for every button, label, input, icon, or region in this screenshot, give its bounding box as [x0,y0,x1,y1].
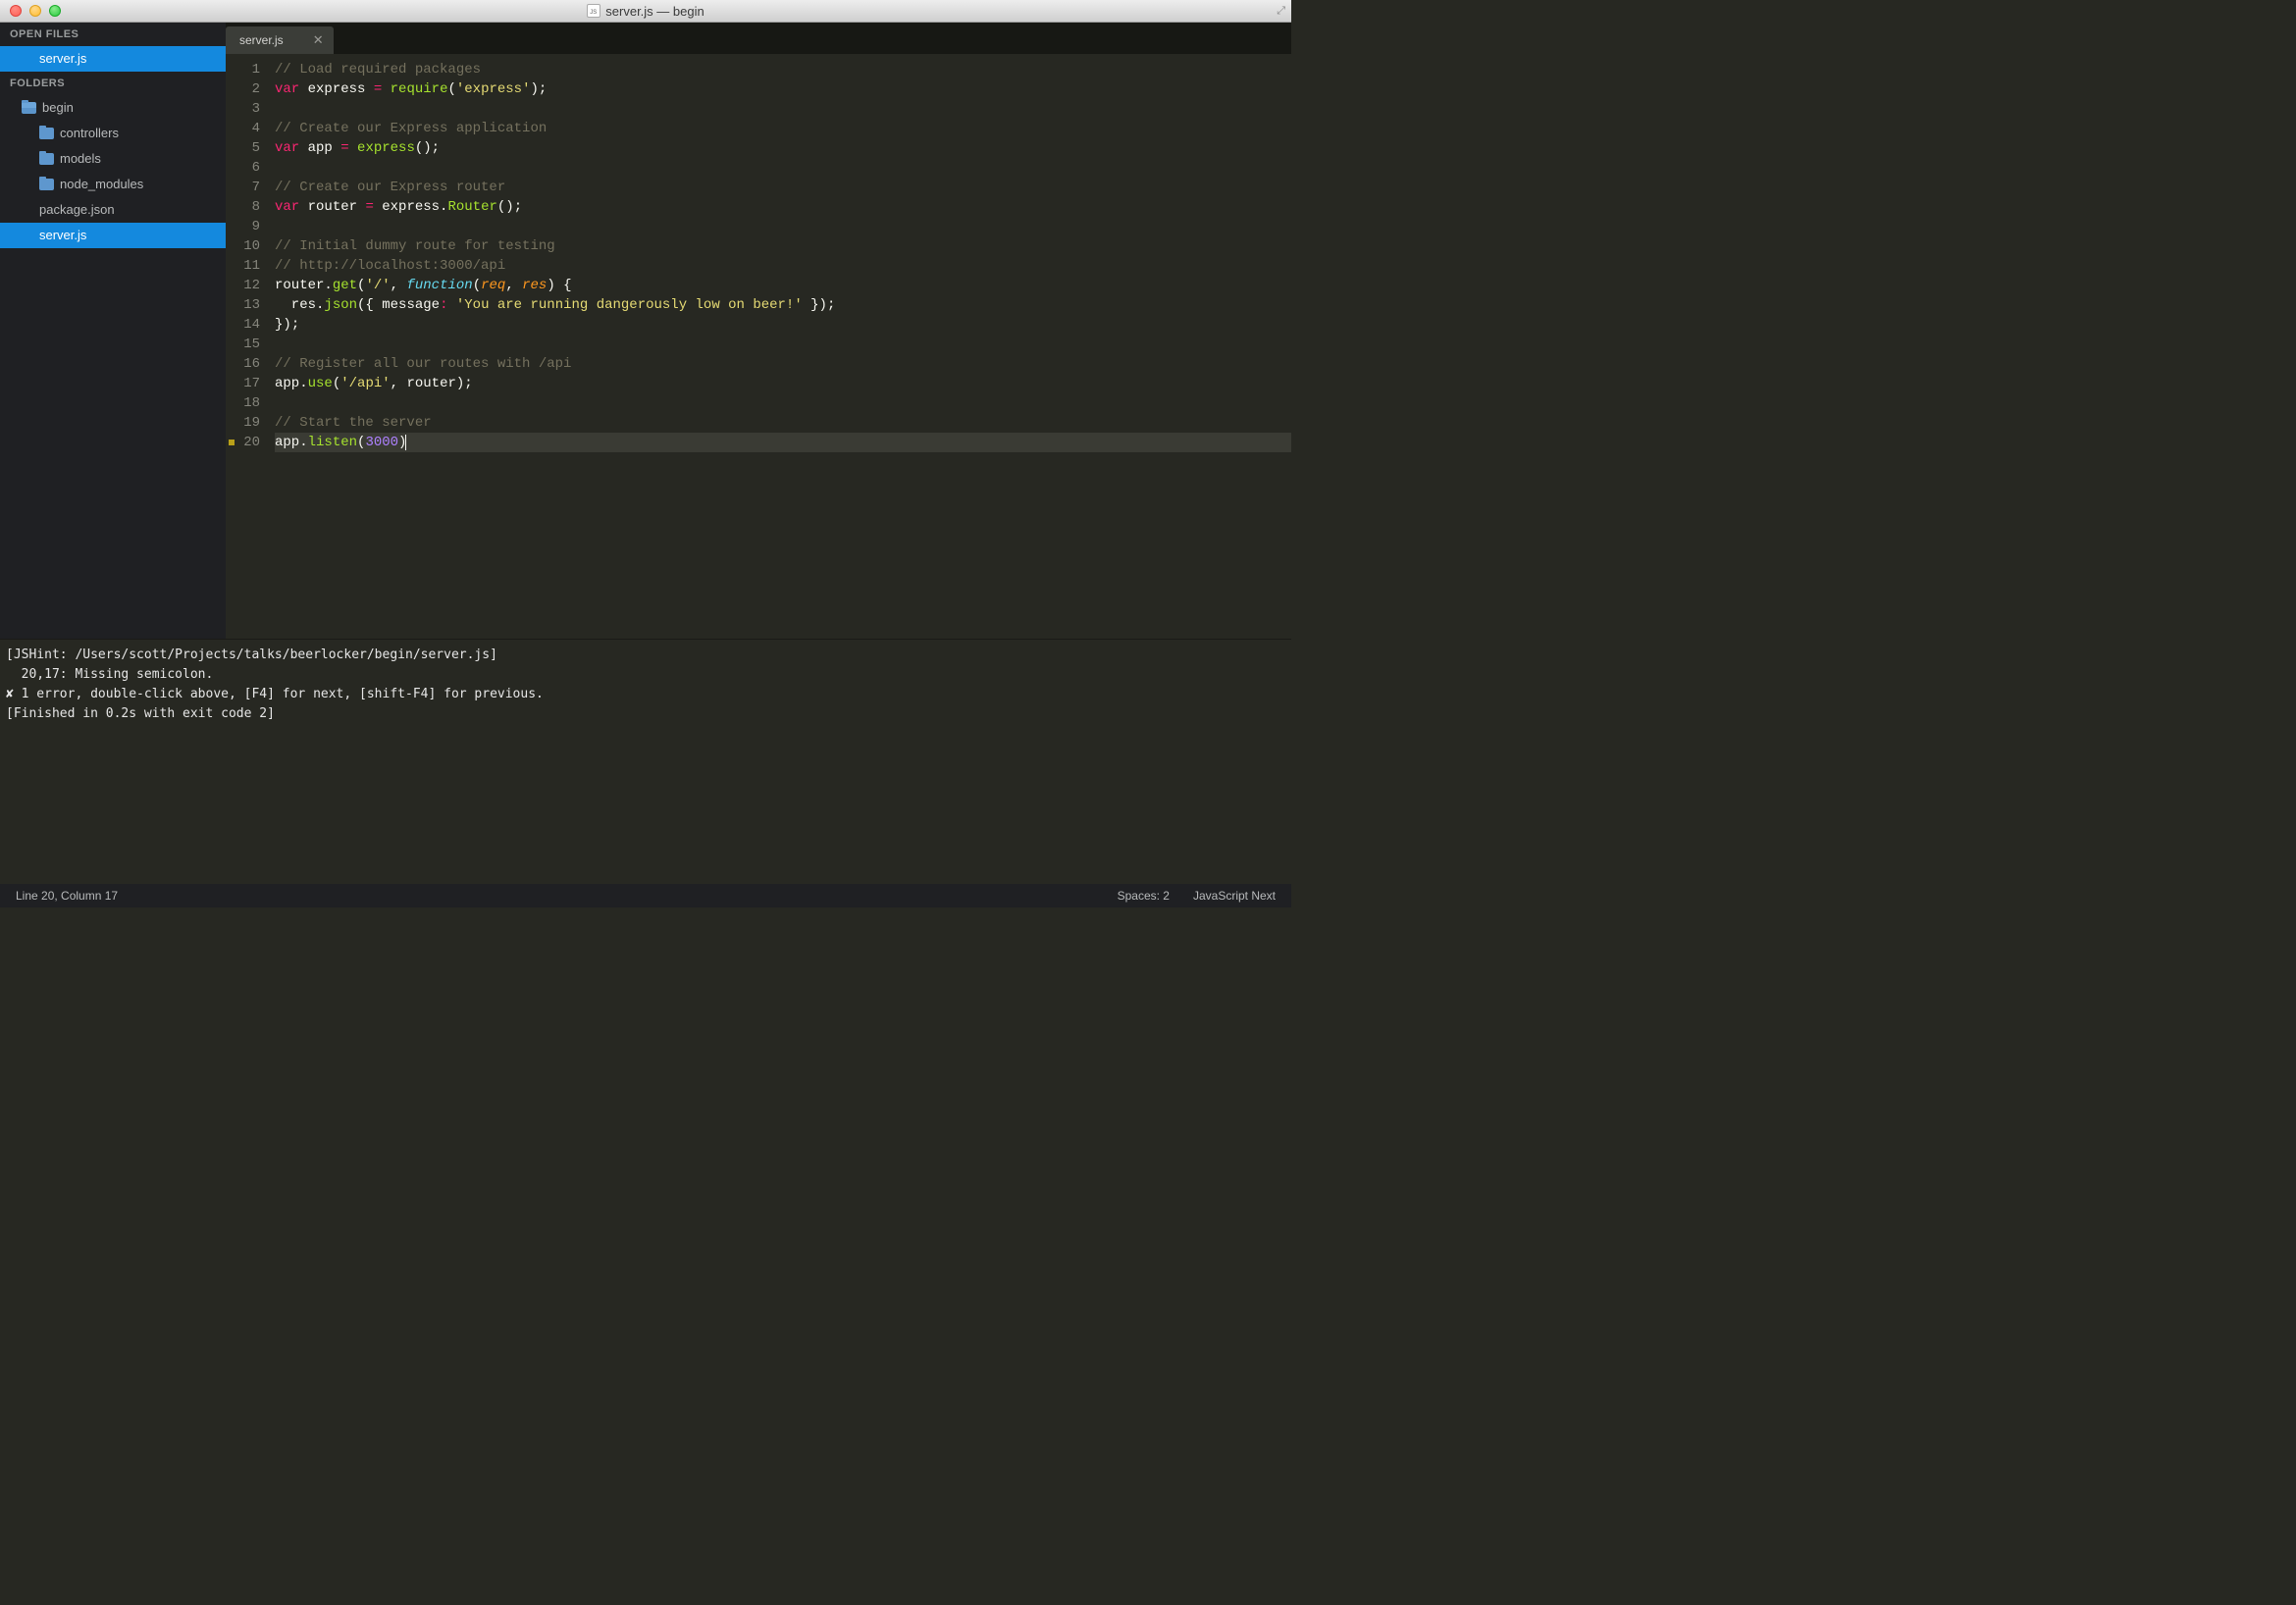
tab-bar: server.js ✕ [226,23,1291,54]
code-line[interactable]: app.use('/api', router); [275,374,1291,393]
line-number[interactable]: 9 [226,217,260,236]
code-line[interactable]: app.listen(3000) [275,433,1291,452]
editor-area: server.js✕ 12345678910111213141516171819… [226,23,1291,639]
tree-item-label: begin [42,99,74,117]
code-line[interactable] [275,99,1291,119]
line-number[interactable]: 4 [226,119,260,138]
tree-item-label: controllers [60,125,119,142]
line-number[interactable]: 5 [226,138,260,158]
status-cursor-position[interactable]: Line 20, Column 17 [16,889,118,903]
file-item[interactable]: package.json [0,197,226,223]
line-number[interactable]: 2 [226,79,260,99]
folders-header: FOLDERS [0,72,226,95]
code-line[interactable] [275,393,1291,413]
line-number[interactable]: 19 [226,413,260,433]
folder-icon [39,179,54,190]
status-syntax[interactable]: JavaScript Next [1193,889,1276,903]
folder-tree: begin controllers models node_modulespackag… [0,95,226,248]
sidebar: OPEN FILES server.js FOLDERS begin contro… [0,23,226,639]
folder-icon [39,153,54,165]
code-line[interactable] [275,158,1291,178]
open-files-header: OPEN FILES [0,23,226,46]
code-editor[interactable]: 1234567891011121314151617181920 // Load … [226,54,1291,639]
open-files-list: server.js [0,46,226,72]
status-bar: Line 20, Column 17 Spaces: 2 JavaScript … [0,884,1291,907]
code-line[interactable]: var express = require('express'); [275,79,1291,99]
output-line[interactable]: [JSHint: /Users/scott/Projects/talks/bee… [6,646,1285,665]
line-gutter: 1234567891011121314151617181920 [226,60,275,639]
line-number[interactable]: 7 [226,178,260,197]
folder-item[interactable]: controllers [0,121,226,146]
folder-icon [22,102,36,114]
tree-item-label: package.json [39,201,115,219]
code-line[interactable]: // Load required packages [275,60,1291,79]
file-icon [587,4,600,18]
folder-item[interactable]: begin [0,95,226,121]
code-line[interactable]: var app = express(); [275,138,1291,158]
output-line[interactable]: [Finished in 0.2s with exit code 2] [6,704,1285,724]
code-line[interactable]: router.get('/', function(req, res) { [275,276,1291,295]
line-number[interactable]: 3 [226,99,260,119]
code-line[interactable]: var router = express.Router(); [275,197,1291,217]
line-number[interactable]: 20 [226,433,260,452]
tab-label: server.js [239,33,284,47]
output-line[interactable]: 20,17: Missing semicolon. [6,665,1285,685]
line-number[interactable]: 1 [226,60,260,79]
output-line[interactable]: ✘ 1 error, double-click above, [F4] for … [6,685,1285,704]
code-line[interactable]: // Start the server [275,413,1291,433]
tree-item-label: node_modules [60,176,143,193]
line-number[interactable]: 6 [226,158,260,178]
folder-item[interactable]: node_modules [0,172,226,197]
fullscreen-icon[interactable]: ⤢ [1277,5,1285,18]
code-line[interactable]: res.json({ message: 'You are running dan… [275,295,1291,315]
minimize-window-button[interactable] [29,5,41,17]
code-content[interactable]: // Load required packagesvar express = r… [275,60,1291,639]
folder-icon [39,128,54,139]
code-line[interactable]: // Initial dummy route for testing [275,236,1291,256]
line-number[interactable]: 13 [226,295,260,315]
close-window-button[interactable] [10,5,22,17]
close-icon[interactable]: ✕ [313,32,324,48]
line-number[interactable]: 16 [226,354,260,374]
code-line[interactable]: // Create our Express application [275,119,1291,138]
line-number[interactable]: 14 [226,315,260,335]
editor-tab[interactable]: server.js ✕ [226,26,334,54]
line-number[interactable]: 8 [226,197,260,217]
code-line[interactable]: // Create our Express router [275,178,1291,197]
line-number[interactable]: 18 [226,393,260,413]
file-item[interactable]: server.js [0,223,226,248]
tree-item-label: models [60,150,101,168]
main-area: OPEN FILES server.js FOLDERS begin contro… [0,23,1291,639]
line-number[interactable]: 15 [226,335,260,354]
status-indent[interactable]: Spaces: 2 [1118,889,1170,903]
code-line[interactable]: // http://localhost:3000/api [275,256,1291,276]
text-cursor [405,435,406,450]
zoom-window-button[interactable] [49,5,61,17]
window-title: server.js — begin [0,4,1291,19]
open-file-item[interactable]: server.js [0,46,226,72]
line-number[interactable]: 11 [226,256,260,276]
line-number[interactable]: 10 [226,236,260,256]
code-line[interactable] [275,217,1291,236]
window-titlebar: server.js — begin ⤢ [0,0,1291,23]
window-title-text: server.js — begin [605,4,704,19]
traffic-lights [0,5,61,17]
output-panel[interactable]: [JSHint: /Users/scott/Projects/talks/bee… [0,639,1291,884]
line-number[interactable]: 12 [226,276,260,295]
folder-item[interactable]: models [0,146,226,172]
code-line[interactable]: // Register all our routes with /api [275,354,1291,374]
code-line[interactable] [275,335,1291,354]
code-line[interactable]: }); [275,315,1291,335]
tree-item-label: server.js [39,227,86,244]
line-number[interactable]: 17 [226,374,260,393]
